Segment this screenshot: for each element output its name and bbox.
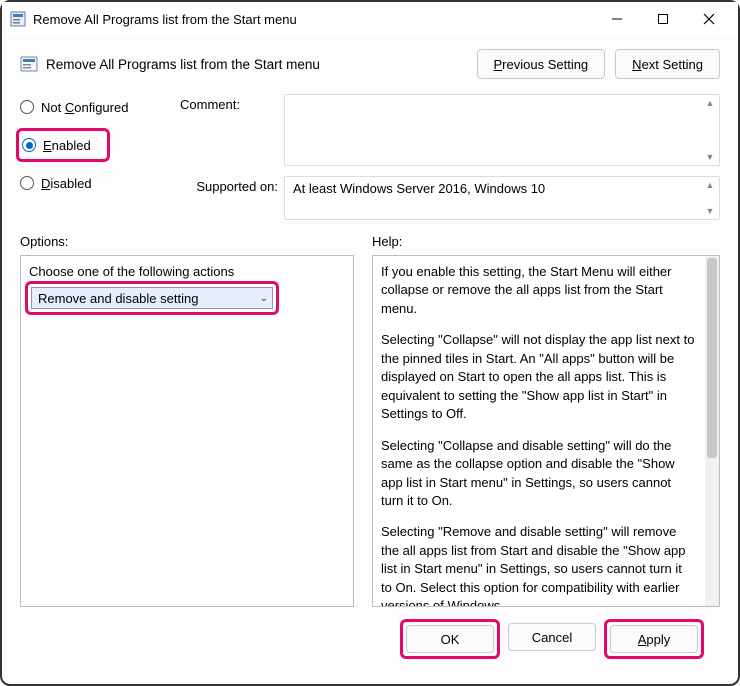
comment-textarea[interactable]: ▲ ▼ [284, 94, 720, 166]
ok-button[interactable]: OK [406, 625, 494, 653]
chevron-down-icon: ⌄ [260, 293, 268, 304]
radio-icon [22, 138, 36, 152]
policy-title: Remove All Programs list from the Start … [46, 57, 320, 72]
help-text: If you enable this setting, the Start Me… [381, 263, 695, 318]
minimize-button[interactable] [594, 4, 640, 34]
supported-on-value: At least Windows Server 2016, Windows 10 [293, 181, 545, 196]
help-pane: If you enable this setting, the Start Me… [373, 256, 705, 606]
scroll-down-icon[interactable]: ▼ [705, 206, 715, 216]
supported-on-box: At least Windows Server 2016, Windows 10… [284, 176, 720, 220]
titlebar: Remove All Programs list from the Start … [2, 2, 738, 36]
radio-disabled[interactable]: Disabled [20, 172, 168, 194]
apply-button[interactable]: Apply [610, 625, 698, 653]
radio-icon [20, 176, 34, 190]
options-label: Options: [20, 234, 354, 249]
state-radio-group: Not Configured Enabled Disabled [20, 94, 168, 220]
scroll-up-icon[interactable]: ▲ [705, 98, 715, 108]
dialog-footer: OK Cancel Apply [20, 607, 720, 655]
close-button[interactable] [686, 4, 732, 34]
scrollbar-thumb[interactable] [707, 258, 717, 458]
scroll-down-icon[interactable]: ▼ [705, 152, 715, 162]
header: Remove All Programs list from the Start … [20, 44, 720, 84]
dropdown-selected: Remove and disable setting [38, 291, 260, 306]
help-text: Selecting "Remove and disable setting" w… [381, 523, 695, 606]
help-label: Help: [372, 234, 720, 249]
radio-icon [20, 100, 34, 114]
previous-setting-button[interactable]: Previous Setting [477, 49, 606, 79]
scroll-up-icon[interactable]: ▲ [705, 180, 715, 190]
radio-not-configured[interactable]: Not Configured [20, 96, 168, 118]
options-prompt: Choose one of the following actions [29, 264, 345, 279]
help-text: Selecting "Collapse and disable setting"… [381, 437, 695, 511]
window-title: Remove All Programs list from the Start … [33, 12, 297, 27]
app-icon [10, 11, 26, 27]
options-pane: Choose one of the following actions Remo… [20, 255, 354, 607]
comment-label: Comment: [180, 94, 278, 112]
policy-icon [20, 55, 38, 73]
supported-label: Supported on: [180, 176, 278, 194]
radio-enabled[interactable]: Enabled [22, 134, 104, 156]
maximize-button[interactable] [640, 4, 686, 34]
help-text: Selecting "Collapse" will not display th… [381, 331, 695, 423]
help-scrollbar[interactable] [705, 256, 719, 606]
action-dropdown[interactable]: Remove and disable setting ⌄ [31, 287, 273, 309]
next-setting-button[interactable]: Next Setting [615, 49, 720, 79]
cancel-button[interactable]: Cancel [508, 623, 596, 651]
